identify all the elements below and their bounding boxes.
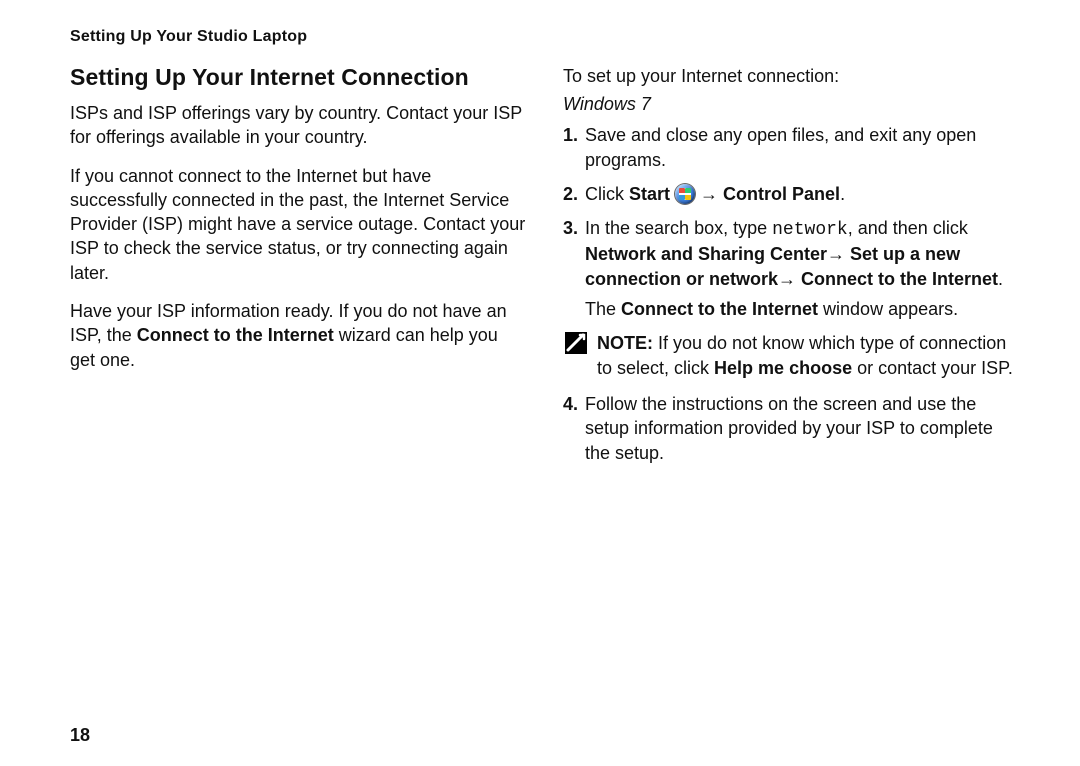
note-block: NOTE: If you do not know which type of c… (563, 331, 1020, 380)
note-text: or contact your ISP. (852, 358, 1013, 378)
step-item: Save and close any open files, and exit … (563, 123, 1020, 172)
page: Setting Up Your Studio Laptop Setting Up… (0, 0, 1080, 766)
note-icon (565, 332, 587, 354)
text: The (585, 299, 621, 319)
left-column: Setting Up Your Internet Connection ISPs… (70, 64, 527, 475)
step-text: Click (585, 184, 629, 204)
step-item: Click Start → Control Panel. (563, 182, 1020, 206)
steps-list: Save and close any open files, and exit … (563, 123, 1020, 321)
bold-text: Control Panel (723, 184, 840, 204)
bold-text: Start (629, 184, 670, 204)
step-text: , and then click (848, 218, 968, 238)
code-text: network (772, 220, 848, 240)
step-text: Follow the instructions on the screen an… (585, 394, 993, 463)
step-text: Save and close any open files, and exit … (585, 125, 976, 169)
page-number: 18 (70, 725, 90, 746)
bold-text: Connect to the Internet (621, 299, 818, 319)
windows-start-icon (675, 184, 695, 204)
step-item: Follow the instructions on the screen an… (563, 392, 1020, 465)
lead-text: To set up your Internet connection: (563, 64, 1020, 88)
right-column: To set up your Internet connection: Wind… (563, 64, 1020, 475)
steps-list-continued: Follow the instructions on the screen an… (563, 392, 1020, 465)
body-paragraph: Have your ISP information ready. If you … (70, 299, 527, 372)
step-text: In the search box, type (585, 218, 772, 238)
running-head: Setting Up Your Studio Laptop (70, 28, 1020, 46)
body-paragraph: ISPs and ISP offerings vary by country. … (70, 101, 527, 150)
bold-text: → (695, 184, 723, 204)
bold-text: Help me choose (714, 358, 852, 378)
two-column-layout: Setting Up Your Internet Connection ISPs… (70, 64, 1020, 475)
note-label: NOTE: (597, 333, 653, 353)
section-title: Setting Up Your Internet Connection (70, 64, 527, 91)
bold-text: Connect to the Internet (137, 325, 334, 345)
os-label: Windows 7 (563, 94, 1020, 115)
text: . (998, 269, 1003, 289)
bold-text: Network and Sharing Center→ Set up a new… (585, 244, 998, 288)
step-item: In the search box, type network, and the… (563, 216, 1020, 321)
text: . (840, 184, 845, 204)
step-result: The Connect to the Internet window appea… (585, 297, 1020, 321)
body-paragraph: If you cannot connect to the Internet bu… (70, 164, 527, 285)
text: window appears. (818, 299, 958, 319)
